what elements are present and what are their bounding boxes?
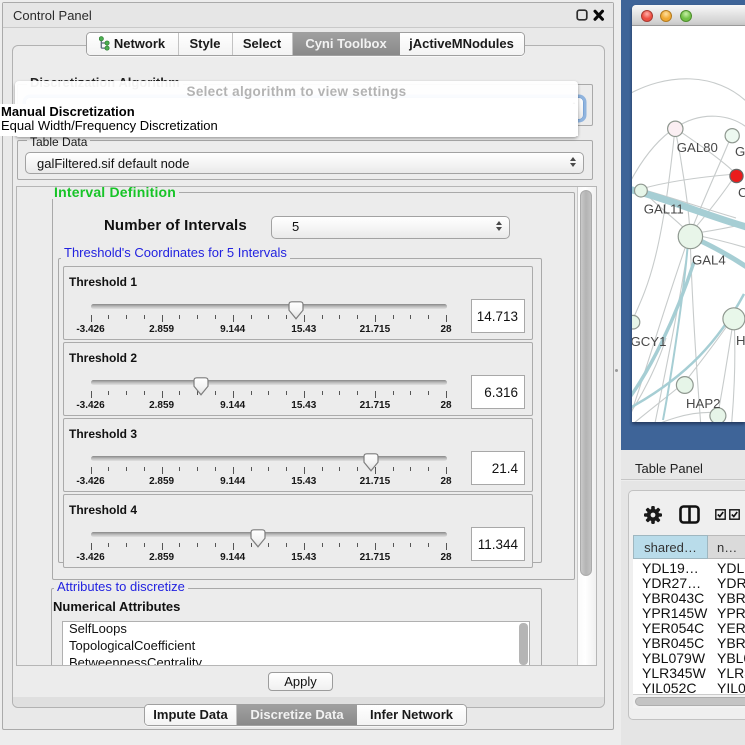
svg-text:C: C: [738, 185, 745, 200]
svg-text:GAL80: GAL80: [677, 140, 718, 155]
svg-text:HAP2: HAP2: [686, 396, 720, 411]
svg-text:GAL4: GAL4: [692, 253, 726, 268]
svg-text:GAL11: GAL11: [644, 202, 684, 217]
svg-text:GCY1: GCY1: [632, 334, 666, 349]
svg-text:H: H: [736, 333, 745, 348]
svg-text:GA: GA: [735, 144, 745, 159]
